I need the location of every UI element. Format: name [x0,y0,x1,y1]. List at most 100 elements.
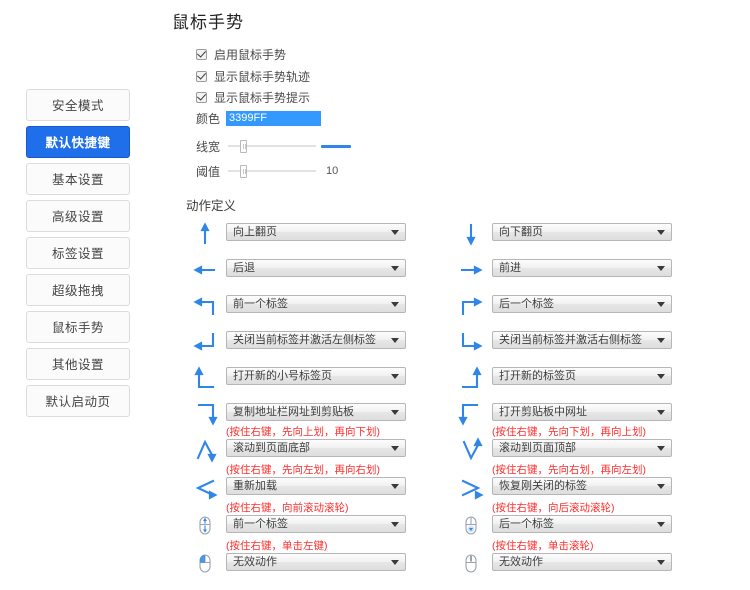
checkbox-row-1[interactable]: 显示鼠标手势轨迹 [196,68,310,85]
threshold-handle[interactable] [240,165,247,178]
gesture-row-left-0: 向上翻页 [190,219,470,255]
checkmark-icon[interactable] [196,49,207,60]
gesture-row-left-1: 后退 [190,255,470,291]
gesture-action-select[interactable]: 恢复刚关闭的标签 [492,477,672,495]
chevron-down-icon[interactable] [391,410,399,415]
line-width-handle[interactable] [240,140,247,153]
gesture-action-value: 无效动作 [499,556,543,568]
chevron-down-icon[interactable] [391,302,399,307]
gesture-action-select[interactable]: 后一个标签 [492,515,672,533]
sidebar-item-6[interactable]: 鼠标手势 [26,311,130,343]
chevron-down-icon[interactable] [391,230,399,235]
chevron-down-icon[interactable] [391,266,399,271]
sidebar-item-1[interactable]: 默认快捷键 [26,126,130,158]
page-title: 鼠标手势 [172,13,244,32]
gesture-action-value: 后一个标签 [499,298,554,310]
gesture-row-left-3: 关闭当前标签并激活左侧标签 [190,327,470,363]
sidebar-item-8[interactable]: 默认启动页 [26,385,130,417]
checkmark-icon[interactable] [196,71,207,82]
gesture-action-select[interactable]: 关闭当前标签并激活右侧标签 [492,331,672,349]
gesture-hint: (按住右键，先向下划，再向上划) [492,426,646,438]
gesture-action-select[interactable]: 后退 [226,259,406,277]
gesture-action-select[interactable]: 无效动作 [492,553,672,571]
line-width-preview [321,144,351,148]
gesture-action-select[interactable]: 前一个标签 [226,295,406,313]
chevron-down-icon[interactable] [657,484,665,489]
arrow-right-icon [456,255,486,285]
chevron-down-icon[interactable] [657,522,665,527]
sidebar-item-label: 标签设置 [51,247,104,261]
gesture-hint: (按住右键，向前滚动滚轮) [226,502,349,514]
chevron-down-icon[interactable] [657,266,665,271]
gesture-action-select[interactable]: 无效动作 [226,553,406,571]
gesture-action-select[interactable]: 打开剪贴板中网址 [492,403,672,421]
checkmark-icon[interactable] [196,92,207,103]
gesture-action-select[interactable]: 滚动到页面底部 [226,439,406,457]
gesture-action-value: 关闭当前标签并激活右侧标签 [499,334,642,346]
gesture-action-select[interactable]: 前一个标签 [226,515,406,533]
gesture-action-select[interactable]: 滚动到页面顶部 [492,439,672,457]
gesture-action-select[interactable]: 关闭当前标签并激活左侧标签 [226,331,406,349]
chevron-down-icon[interactable] [657,560,665,565]
sidebar-item-7[interactable]: 其他设置 [26,348,130,380]
gesture-action-select[interactable]: 前进 [492,259,672,277]
chevron-down-icon[interactable] [657,410,665,415]
gesture-action-select[interactable]: 复制地址栏网址到剪贴板 [226,403,406,421]
mouse-wheel-down-icon [456,511,486,541]
gesture-action-select[interactable]: 后一个标签 [492,295,672,313]
chevron-down-icon[interactable] [657,374,665,379]
mouse-wheel-updown-icon [190,511,220,541]
gesture-action-value: 向上翻页 [233,226,277,238]
sidebar-item-0[interactable]: 安全模式 [26,89,130,121]
sidebar-item-3[interactable]: 高级设置 [26,200,130,232]
gesture-row-right-3: 关闭当前标签并激活右侧标签 [456,327,736,363]
color-input[interactable] [226,111,322,126]
chevron-down-icon[interactable] [391,484,399,489]
gesture-action-value: 打开新的小号标签页 [233,370,332,382]
gesture-color-row: 颜色 [196,110,322,127]
checkbox-row-2[interactable]: 显示鼠标手势提示 [196,89,310,106]
arrow-down-right-turn-icon [456,327,486,357]
chevron-down-icon[interactable] [657,230,665,235]
gesture-action-value: 恢复刚关闭的标签 [499,480,587,492]
mouse-left-click-icon [190,549,220,579]
checkbox-row-0[interactable]: 启用鼠标手势 [196,46,286,63]
gesture-hint: (按住右键，向后滚动滚轮) [492,502,615,514]
gesture-action-select[interactable]: 打开新的小号标签页 [226,367,406,385]
sidebar-item-5[interactable]: 超级拖拽 [26,274,130,306]
arrow-up-left-base-icon [456,363,486,393]
gesture-action-select[interactable]: 打开新的标签页 [492,367,672,385]
gesture-action-select[interactable]: 向下翻页 [492,223,672,241]
gesture-hint: (按住右键，先向上划，再向下划) [226,426,380,438]
chevron-down-icon[interactable] [391,560,399,565]
sidebar-item-2[interactable]: 基本设置 [26,163,130,195]
gesture-row-left-2: 前一个标签 [190,291,470,327]
threshold-slider[interactable] [228,163,316,179]
sidebar: 安全模式默认快捷键基本设置高级设置标签设置超级拖拽鼠标手势其他设置默认启动页 [26,89,130,422]
chevron-down-icon[interactable] [657,446,665,451]
chevron-down-icon[interactable] [391,446,399,451]
gesture-action-select[interactable]: 向上翻页 [226,223,406,241]
sidebar-item-4[interactable]: 标签设置 [26,237,130,269]
gesture-action-value: 前一个标签 [233,518,288,530]
arrow-down-icon [456,219,486,249]
gesture-row-left-9: (按住右键，单击左键) 无效动作 [190,540,470,587]
chevron-down-icon[interactable] [391,522,399,527]
chevron-down-icon[interactable] [391,338,399,343]
gesture-action-select[interactable]: 重新加载 [226,477,406,495]
sidebar-item-label: 默认启动页 [45,395,111,409]
sidebar-item-label: 安全模式 [51,99,104,113]
threshold-label: 阈值 [196,164,221,179]
threshold-value: 10 [326,165,339,177]
chevron-down-icon[interactable] [391,374,399,379]
gesture-row-left-4: 打开新的小号标签页 [190,363,470,399]
gesture-action-value: 前进 [499,262,521,274]
gesture-hint: (按住右键，先向左划，再向右划) [226,464,380,476]
line-width-slider[interactable] [228,138,316,154]
actions-heading: 动作定义 [186,199,237,213]
chevron-down-icon[interactable] [657,338,665,343]
arrow-up-right-base-icon [190,363,220,393]
chevron-down-icon[interactable] [657,302,665,307]
gesture-row-right-9: (按住右键，单击滚轮) 无效动作 [456,540,736,587]
sidebar-item-label: 鼠标手势 [51,321,104,335]
